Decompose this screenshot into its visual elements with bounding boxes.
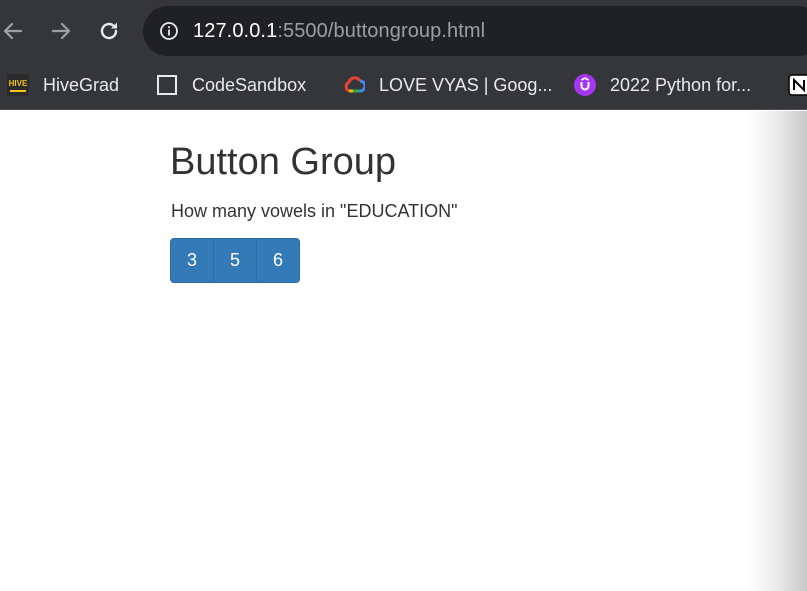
codesandbox-icon	[157, 75, 177, 95]
bookmark-label: LOVE VYAS | Goog...	[379, 75, 553, 95]
option-button-3[interactable]: 3	[170, 238, 214, 283]
bookmark-google-cloud[interactable]: LOVE VYAS | Goog...	[343, 72, 552, 98]
reload-icon	[100, 22, 118, 40]
reload-button[interactable]	[92, 14, 126, 48]
url-host: 127.0.0.1	[193, 20, 278, 42]
browser-toolbar: 127.0.0.1:5500/buttongroup.html	[0, 0, 807, 62]
bookmark-python[interactable]: 2022 Python for...	[574, 72, 751, 98]
bookmarks-bar: HIVE HiveGrad CodeSandbox LOVE VYAS | Go…	[0, 62, 807, 110]
url-text[interactable]: 127.0.0.1:5500/buttongroup.html	[193, 19, 485, 43]
url-path: :5500/buttongroup.html	[277, 20, 486, 42]
notion-icon	[788, 74, 807, 96]
hivegrad-icon: HIVE	[7, 74, 29, 96]
option-button-5[interactable]: 5	[213, 238, 257, 283]
site-info-icon[interactable]	[159, 21, 179, 41]
forward-arrow-icon	[51, 22, 71, 40]
option-button-6[interactable]: 6	[256, 238, 300, 283]
bookmark-hivegrad[interactable]: HIVE HiveGrad	[7, 72, 119, 98]
google-cloud-icon	[344, 76, 365, 93]
back-button[interactable]	[0, 14, 30, 48]
page-content: Button Group How many vowels in "EDUCATI…	[0, 111, 807, 591]
address-bar[interactable]: 127.0.0.1:5500/buttongroup.html	[143, 6, 807, 56]
udemy-icon	[574, 74, 596, 96]
bookmark-label: CodeSandbox	[192, 75, 307, 95]
back-arrow-icon	[3, 22, 23, 40]
bookmark-label: HiveGrad	[43, 75, 120, 95]
bookmark-label: 2022 Python for...	[610, 75, 752, 95]
forward-button[interactable]	[44, 14, 78, 48]
page-title: Button Group	[170, 141, 397, 183]
hivegrad-logo-text: HIVE	[9, 79, 28, 88]
bookmark-notion[interactable]	[788, 72, 807, 98]
bookmark-codesandbox[interactable]: CodeSandbox	[156, 72, 306, 98]
answer-button-group: 3 5 6	[170, 238, 300, 283]
question-text: How many vowels in "EDUCATION"	[171, 201, 458, 221]
